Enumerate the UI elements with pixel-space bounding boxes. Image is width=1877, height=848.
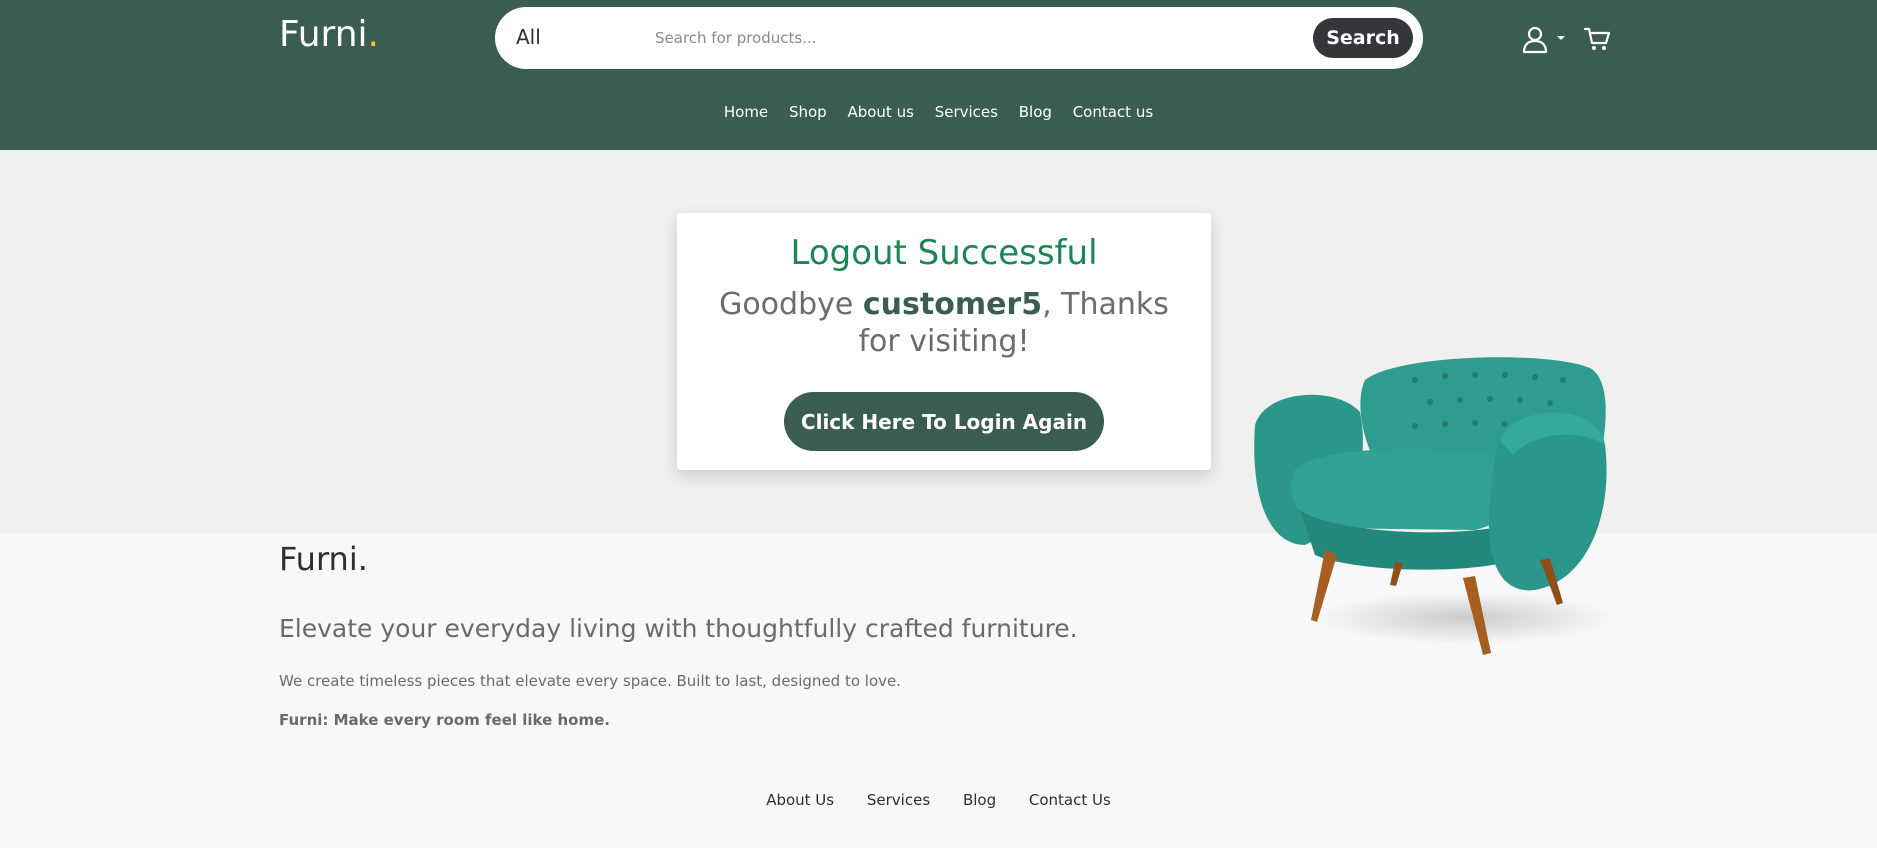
- logout-card: Logout Successful Goodbye customer5, Tha…: [677, 213, 1211, 470]
- nav-services[interactable]: Services: [935, 103, 998, 121]
- search-bar: All Search: [495, 7, 1423, 69]
- logo-dot: .: [367, 14, 379, 55]
- search-input[interactable]: [655, 23, 1295, 53]
- goodbye-message: Goodbye customer5, Thanks for visiting!: [697, 286, 1191, 360]
- footer-link-services[interactable]: Services: [867, 791, 930, 809]
- nav-home[interactable]: Home: [724, 103, 768, 121]
- nav-shop[interactable]: Shop: [789, 103, 827, 121]
- logout-title: Logout Successful: [790, 233, 1098, 273]
- footer-logo[interactable]: Furni.: [279, 540, 368, 578]
- footer-tagline: Elevate your everyday living with though…: [279, 614, 1078, 643]
- armchair-image: [1254, 357, 1615, 655]
- footer-nav: About Us Services Blog Contact Us: [0, 791, 1877, 809]
- login-again-button[interactable]: Click Here To Login Again: [784, 392, 1104, 451]
- user-icon[interactable]: [1520, 24, 1550, 54]
- goodbye-prefix: Goodbye: [719, 287, 863, 322]
- footer-link-contact-us[interactable]: Contact Us: [1029, 791, 1111, 809]
- cart-icon[interactable]: [1583, 25, 1611, 53]
- username: customer5: [862, 287, 1043, 322]
- nav-contact-us[interactable]: Contact us: [1073, 103, 1153, 121]
- caret-down-icon[interactable]: [1556, 34, 1566, 42]
- search-category-select[interactable]: All: [516, 25, 541, 49]
- site-header: Furni. All Search Home Shop About us Ser…: [0, 0, 1877, 150]
- footer-link-blog[interactable]: Blog: [963, 791, 996, 809]
- nav-blog[interactable]: Blog: [1019, 103, 1052, 121]
- footer-description: We create timeless pieces that elevate e…: [279, 672, 902, 690]
- search-button[interactable]: Search: [1313, 18, 1413, 58]
- site-logo[interactable]: Furni.: [279, 14, 379, 55]
- main-nav: Home Shop About us Services Blog Contact…: [0, 103, 1877, 121]
- nav-about-us[interactable]: About us: [847, 103, 913, 121]
- footer-link-about-us[interactable]: About Us: [766, 791, 834, 809]
- logo-text: Furni: [279, 14, 368, 55]
- footer-motto: Furni: Make every room feel like home.: [279, 711, 610, 729]
